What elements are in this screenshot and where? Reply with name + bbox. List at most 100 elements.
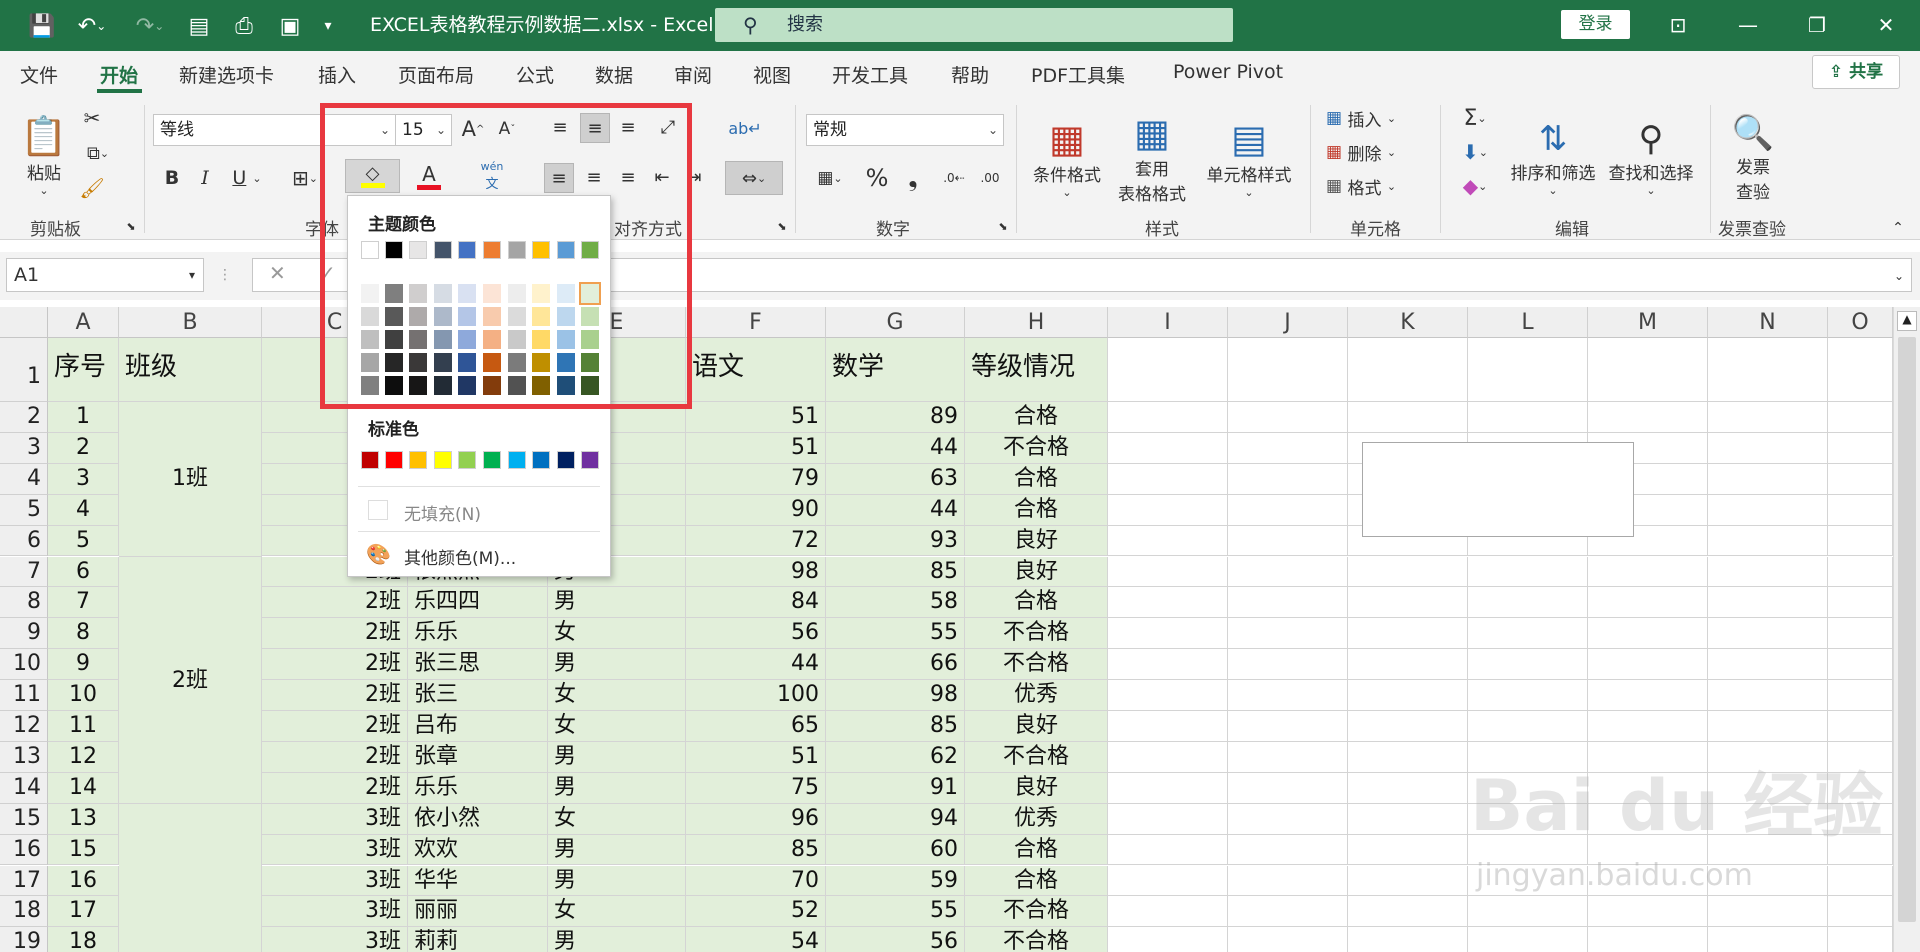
fill-down-icon[interactable]: ⬇ ⌄ bbox=[1450, 137, 1500, 167]
standard-color-swatch[interactable] bbox=[483, 451, 501, 469]
cell-empty[interactable] bbox=[1108, 649, 1228, 681]
decrease-decimal-icon[interactable]: .00 bbox=[974, 161, 1006, 195]
cell-empty[interactable] bbox=[1348, 927, 1468, 952]
cell-empty[interactable] bbox=[1228, 896, 1348, 928]
close-icon[interactable]: ✕ bbox=[1866, 8, 1906, 42]
cell-empty[interactable] bbox=[1108, 463, 1228, 495]
autosum-icon[interactable]: Σ ⌄ bbox=[1450, 103, 1500, 133]
cell-d[interactable]: 张三 bbox=[408, 680, 548, 711]
login-button[interactable]: 登录 bbox=[1561, 10, 1630, 39]
cell-c[interactable]: 3班 bbox=[262, 896, 408, 928]
cell-a[interactable]: 10 bbox=[48, 680, 119, 711]
cell-d[interactable]: 华华 bbox=[408, 865, 548, 897]
cell-empty[interactable] bbox=[1348, 402, 1468, 433]
more-colors-item[interactable]: 🎨 其他颜色(M)... bbox=[348, 536, 610, 572]
cell-empty[interactable] bbox=[1108, 772, 1228, 804]
header-cell-b[interactable]: 班级 bbox=[119, 338, 262, 402]
cell-empty[interactable] bbox=[1468, 587, 1588, 619]
tab-view[interactable]: 视图 bbox=[753, 61, 791, 88]
cell-a[interactable]: 17 bbox=[48, 896, 119, 928]
row-header[interactable]: 10 bbox=[0, 649, 48, 681]
cell-e[interactable]: 女 bbox=[548, 896, 686, 928]
cell-empty[interactable] bbox=[1708, 649, 1828, 681]
cell-empty[interactable] bbox=[1228, 402, 1348, 433]
cancel-icon[interactable]: ✕ bbox=[269, 261, 286, 285]
standard-color-swatch[interactable] bbox=[458, 451, 476, 469]
cell-h[interactable]: 不合格 bbox=[965, 649, 1108, 681]
share-button[interactable]: ⇪ 共享 bbox=[1812, 55, 1900, 89]
cell-empty[interactable] bbox=[1348, 338, 1468, 402]
cell-h[interactable]: 合格 bbox=[965, 587, 1108, 619]
cell-empty[interactable] bbox=[1108, 494, 1228, 526]
cell-a[interactable]: 15 bbox=[48, 834, 119, 866]
header-cell-a[interactable]: 序号 bbox=[48, 338, 119, 402]
cell-empty[interactable] bbox=[1348, 896, 1468, 928]
cell-empty[interactable] bbox=[1228, 649, 1348, 681]
cell-empty[interactable] bbox=[1828, 494, 1893, 526]
tab-review[interactable]: 审阅 bbox=[674, 61, 712, 88]
ribbon-display-icon[interactable]: ⊡ bbox=[1658, 8, 1698, 42]
row-header[interactable]: 7 bbox=[0, 556, 48, 588]
row-header[interactable]: 16 bbox=[0, 834, 48, 866]
cell-empty[interactable] bbox=[1108, 525, 1228, 557]
cell-a[interactable]: 7 bbox=[48, 587, 119, 619]
restore-icon[interactable]: ❐ bbox=[1797, 8, 1837, 42]
cell-f[interactable]: 54 bbox=[686, 927, 826, 952]
cell-empty[interactable] bbox=[1108, 338, 1228, 402]
cell-empty[interactable] bbox=[1228, 772, 1348, 804]
cell-d[interactable]: 乐四四 bbox=[408, 587, 548, 619]
column-header-k[interactable]: K bbox=[1348, 307, 1468, 338]
column-header-j[interactable]: J bbox=[1228, 307, 1348, 338]
clear-icon[interactable]: ◆ ⌄ bbox=[1450, 171, 1500, 201]
tab-new[interactable]: 新建选项卡 bbox=[179, 61, 274, 88]
cell-f[interactable]: 72 bbox=[686, 525, 826, 557]
cell-g[interactable]: 55 bbox=[826, 896, 965, 928]
cell-empty[interactable] bbox=[1468, 680, 1588, 711]
standard-color-swatch[interactable] bbox=[557, 451, 575, 469]
format-as-table-button[interactable]: ▦ 套用 表格格式 bbox=[1108, 105, 1196, 210]
cell-f[interactable]: 100 bbox=[686, 680, 826, 711]
cell-h[interactable]: 不合格 bbox=[965, 896, 1108, 928]
cut-icon[interactable]: ✂ bbox=[80, 105, 104, 131]
column-header-a[interactable]: A bbox=[48, 307, 119, 338]
cell-c[interactable]: 2班 bbox=[262, 741, 408, 773]
column-header-g[interactable]: G bbox=[826, 307, 965, 338]
save-icon[interactable]: 💾 bbox=[26, 10, 58, 42]
cell-h[interactable]: 良好 bbox=[965, 772, 1108, 804]
select-all-corner[interactable] bbox=[0, 307, 48, 338]
cell-g[interactable]: 55 bbox=[826, 618, 965, 650]
cell-empty[interactable] bbox=[1708, 711, 1828, 742]
find-select-button[interactable]: ⚲ 查找和选择 ⌄ bbox=[1603, 105, 1699, 210]
expand-formula-icon[interactable]: ⌄ bbox=[1888, 266, 1910, 286]
cell-g[interactable]: 94 bbox=[826, 803, 965, 835]
cell-g[interactable]: 93 bbox=[826, 525, 965, 557]
cell-empty[interactable] bbox=[1588, 402, 1708, 433]
row-header[interactable]: 4 bbox=[0, 463, 48, 495]
cell-d[interactable]: 张三思 bbox=[408, 649, 548, 681]
cell-empty[interactable] bbox=[1108, 803, 1228, 835]
cell-styles-button[interactable]: ▤ 单元格样式 ⌄ bbox=[1202, 105, 1296, 210]
cell-empty[interactable] bbox=[1348, 803, 1468, 835]
cell-a[interactable]: 5 bbox=[48, 525, 119, 557]
tab-help[interactable]: 帮助 bbox=[951, 61, 989, 88]
cell-empty[interactable] bbox=[1708, 680, 1828, 711]
cell-d[interactable]: 欢欢 bbox=[408, 834, 548, 866]
cell-e[interactable]: 女 bbox=[548, 803, 686, 835]
cell-f[interactable]: 56 bbox=[686, 618, 826, 650]
export-icon[interactable]: ▣ bbox=[274, 10, 306, 42]
cell-empty[interactable] bbox=[1588, 556, 1708, 588]
row-header[interactable]: 8 bbox=[0, 587, 48, 619]
cell-a[interactable]: 2 bbox=[48, 432, 119, 464]
tab-data[interactable]: 数据 bbox=[595, 61, 633, 88]
row-header[interactable]: 13 bbox=[0, 741, 48, 773]
cell-e[interactable]: 男 bbox=[548, 587, 686, 619]
cell-d[interactable]: 丽丽 bbox=[408, 896, 548, 928]
cell-h[interactable]: 合格 bbox=[965, 834, 1108, 866]
cell-f[interactable]: 70 bbox=[686, 865, 826, 897]
cell-d[interactable]: 莉莉 bbox=[408, 927, 548, 952]
cell-empty[interactable] bbox=[1828, 896, 1893, 928]
cell-empty[interactable] bbox=[1828, 463, 1893, 495]
cell-f[interactable]: 85 bbox=[686, 834, 826, 866]
standard-color-swatch[interactable] bbox=[385, 451, 403, 469]
merge-center-icon[interactable]: ⇔ ⌄ bbox=[725, 161, 783, 195]
